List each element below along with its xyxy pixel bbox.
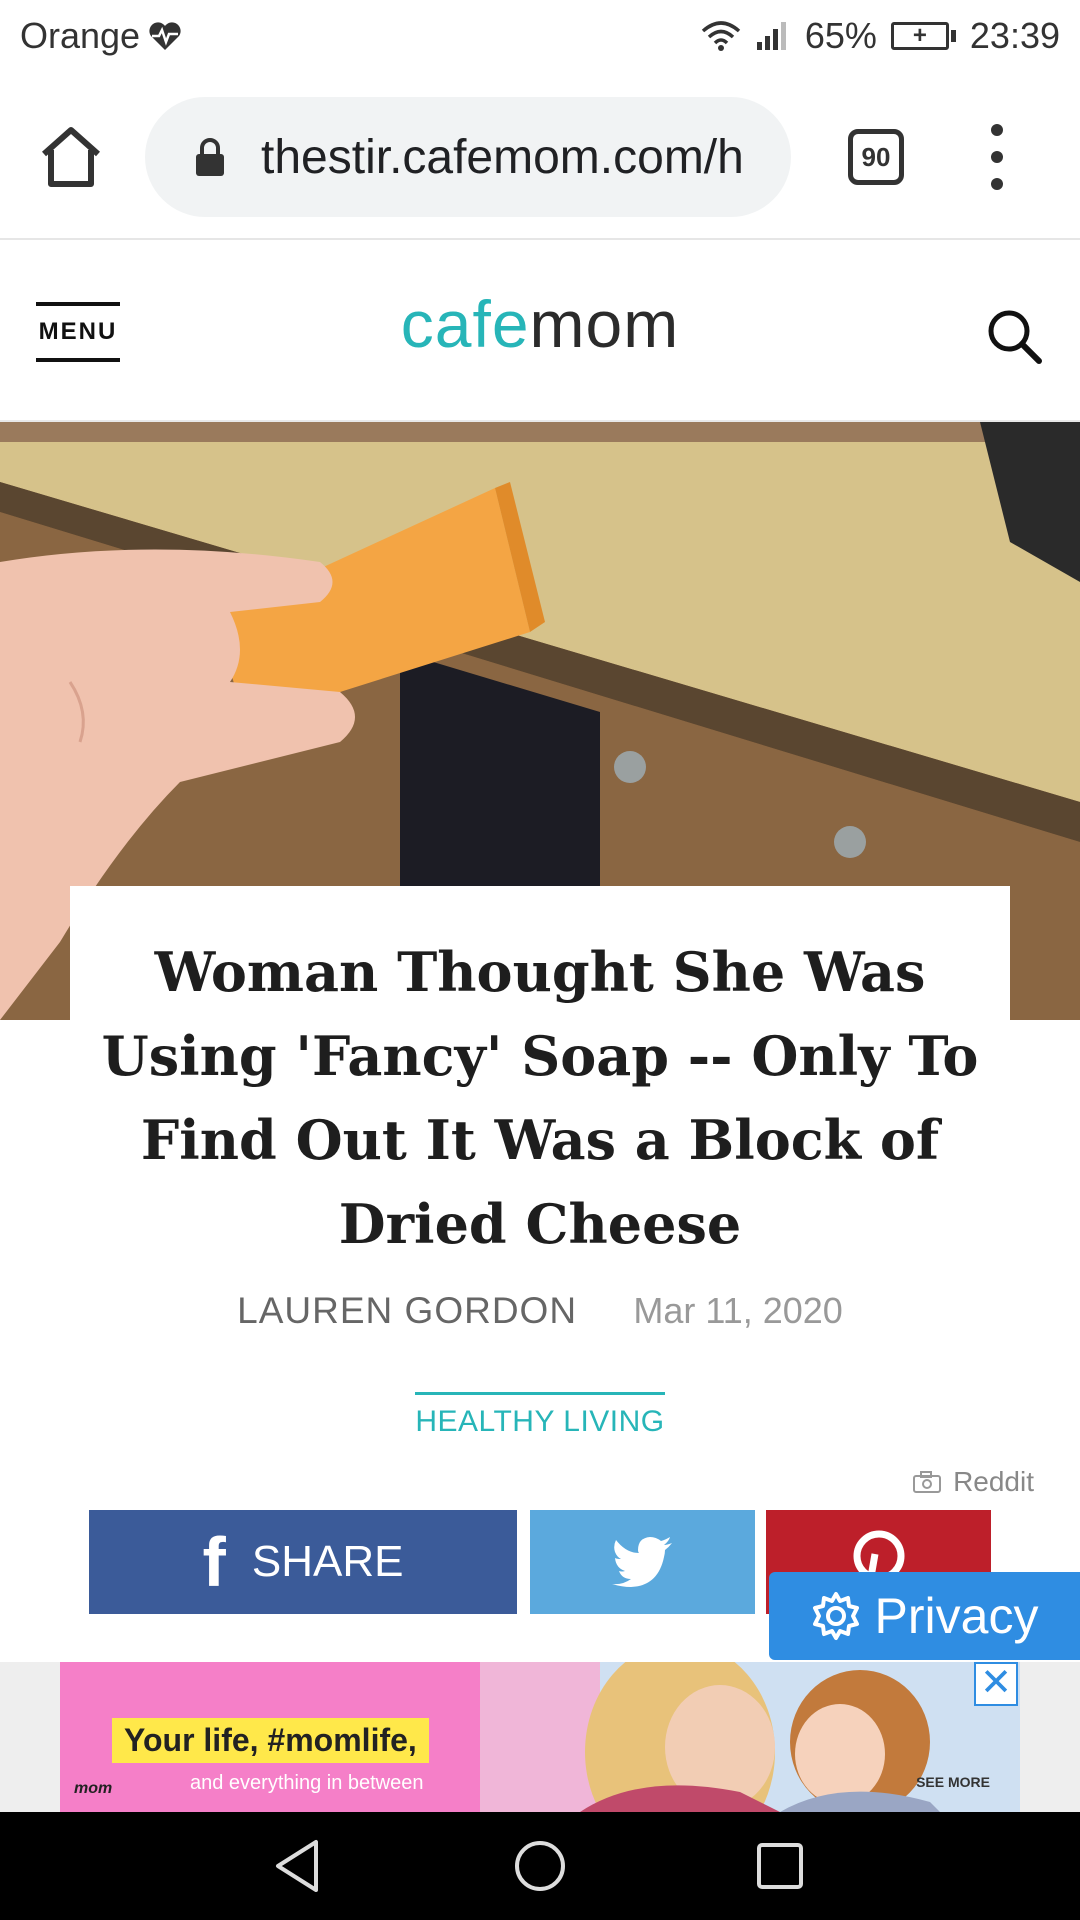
ad-headline: Your life, #momlife, bbox=[112, 1718, 429, 1763]
system-navigation-bar bbox=[0, 1812, 1080, 1920]
twitter-share-button[interactable] bbox=[530, 1510, 755, 1614]
browser-toolbar: thestir.cafemom.com/h 90 bbox=[0, 72, 1080, 240]
facebook-share-label: SHARE bbox=[251, 1537, 404, 1586]
clock: 23:39 bbox=[969, 15, 1060, 56]
ad-see-more[interactable]: SEE MORE bbox=[916, 1774, 990, 1790]
ad-container: Your life, #momlife, and everything in b… bbox=[0, 1662, 1080, 1812]
ad-banner[interactable]: Your life, #momlife, and everything in b… bbox=[60, 1662, 1020, 1812]
twitter-bird-icon bbox=[611, 1537, 672, 1587]
status-bar: Orange 65% + 23:39 bbox=[0, 0, 1080, 72]
gear-icon bbox=[812, 1592, 859, 1640]
category-link[interactable]: HEALTHY LIVING bbox=[415, 1392, 665, 1439]
ad-logo: mom bbox=[74, 1780, 113, 1797]
wifi-icon bbox=[701, 21, 741, 51]
battery-icon: + bbox=[890, 22, 956, 50]
camera-icon bbox=[913, 1471, 942, 1493]
home-circle-icon[interactable] bbox=[508, 1834, 572, 1898]
site-logo[interactable]: cafemom bbox=[0, 286, 1080, 362]
image-credit-text: Reddit bbox=[953, 1466, 1034, 1497]
category-wrap: HEALTHY LIVING bbox=[0, 1392, 1080, 1439]
battery-percent: 65% bbox=[804, 15, 877, 56]
overflow-menu-icon[interactable] bbox=[985, 124, 1009, 190]
tab-switcher-button[interactable]: 90 bbox=[848, 129, 904, 185]
author-name[interactable]: LAUREN GORDON bbox=[237, 1290, 577, 1331]
facebook-icon: f bbox=[202, 1523, 226, 1601]
lock-icon bbox=[196, 138, 224, 176]
publish-date: Mar 11, 2020 bbox=[633, 1290, 843, 1331]
privacy-label: Privacy bbox=[874, 1588, 1039, 1644]
ad-subline: and everything in between bbox=[190, 1772, 424, 1794]
article-title: Woman Thought She Was Using 'Fancy' Soap… bbox=[101, 940, 979, 1256]
site-header: MENU cafemom bbox=[0, 240, 1080, 422]
facebook-share-button[interactable]: f SHARE bbox=[89, 1510, 517, 1614]
carrier-name: Orange bbox=[20, 15, 141, 56]
status-left: Orange bbox=[20, 15, 182, 57]
byline: LAUREN GORDON Mar 11, 2020 bbox=[0, 1290, 1080, 1332]
signal-icon bbox=[756, 22, 786, 50]
article-title-card: Woman Thought She Was Using 'Fancy' Soap… bbox=[70, 886, 1010, 1256]
back-icon[interactable] bbox=[268, 1834, 332, 1898]
url-text: thestir.cafemom.com/h bbox=[261, 130, 744, 184]
heart-pulse-icon bbox=[149, 22, 181, 50]
privacy-button[interactable]: Privacy bbox=[769, 1572, 1080, 1660]
home-icon[interactable] bbox=[38, 124, 104, 190]
recents-icon[interactable] bbox=[748, 1834, 812, 1898]
address-bar[interactable]: thestir.cafemom.com/h bbox=[145, 97, 791, 217]
ad-close-icon[interactable]: ✕ bbox=[974, 1662, 1018, 1706]
search-icon[interactable] bbox=[984, 306, 1044, 366]
image-credit: Reddit bbox=[913, 1466, 1034, 1498]
status-right: 65% + 23:39 bbox=[701, 15, 1060, 57]
